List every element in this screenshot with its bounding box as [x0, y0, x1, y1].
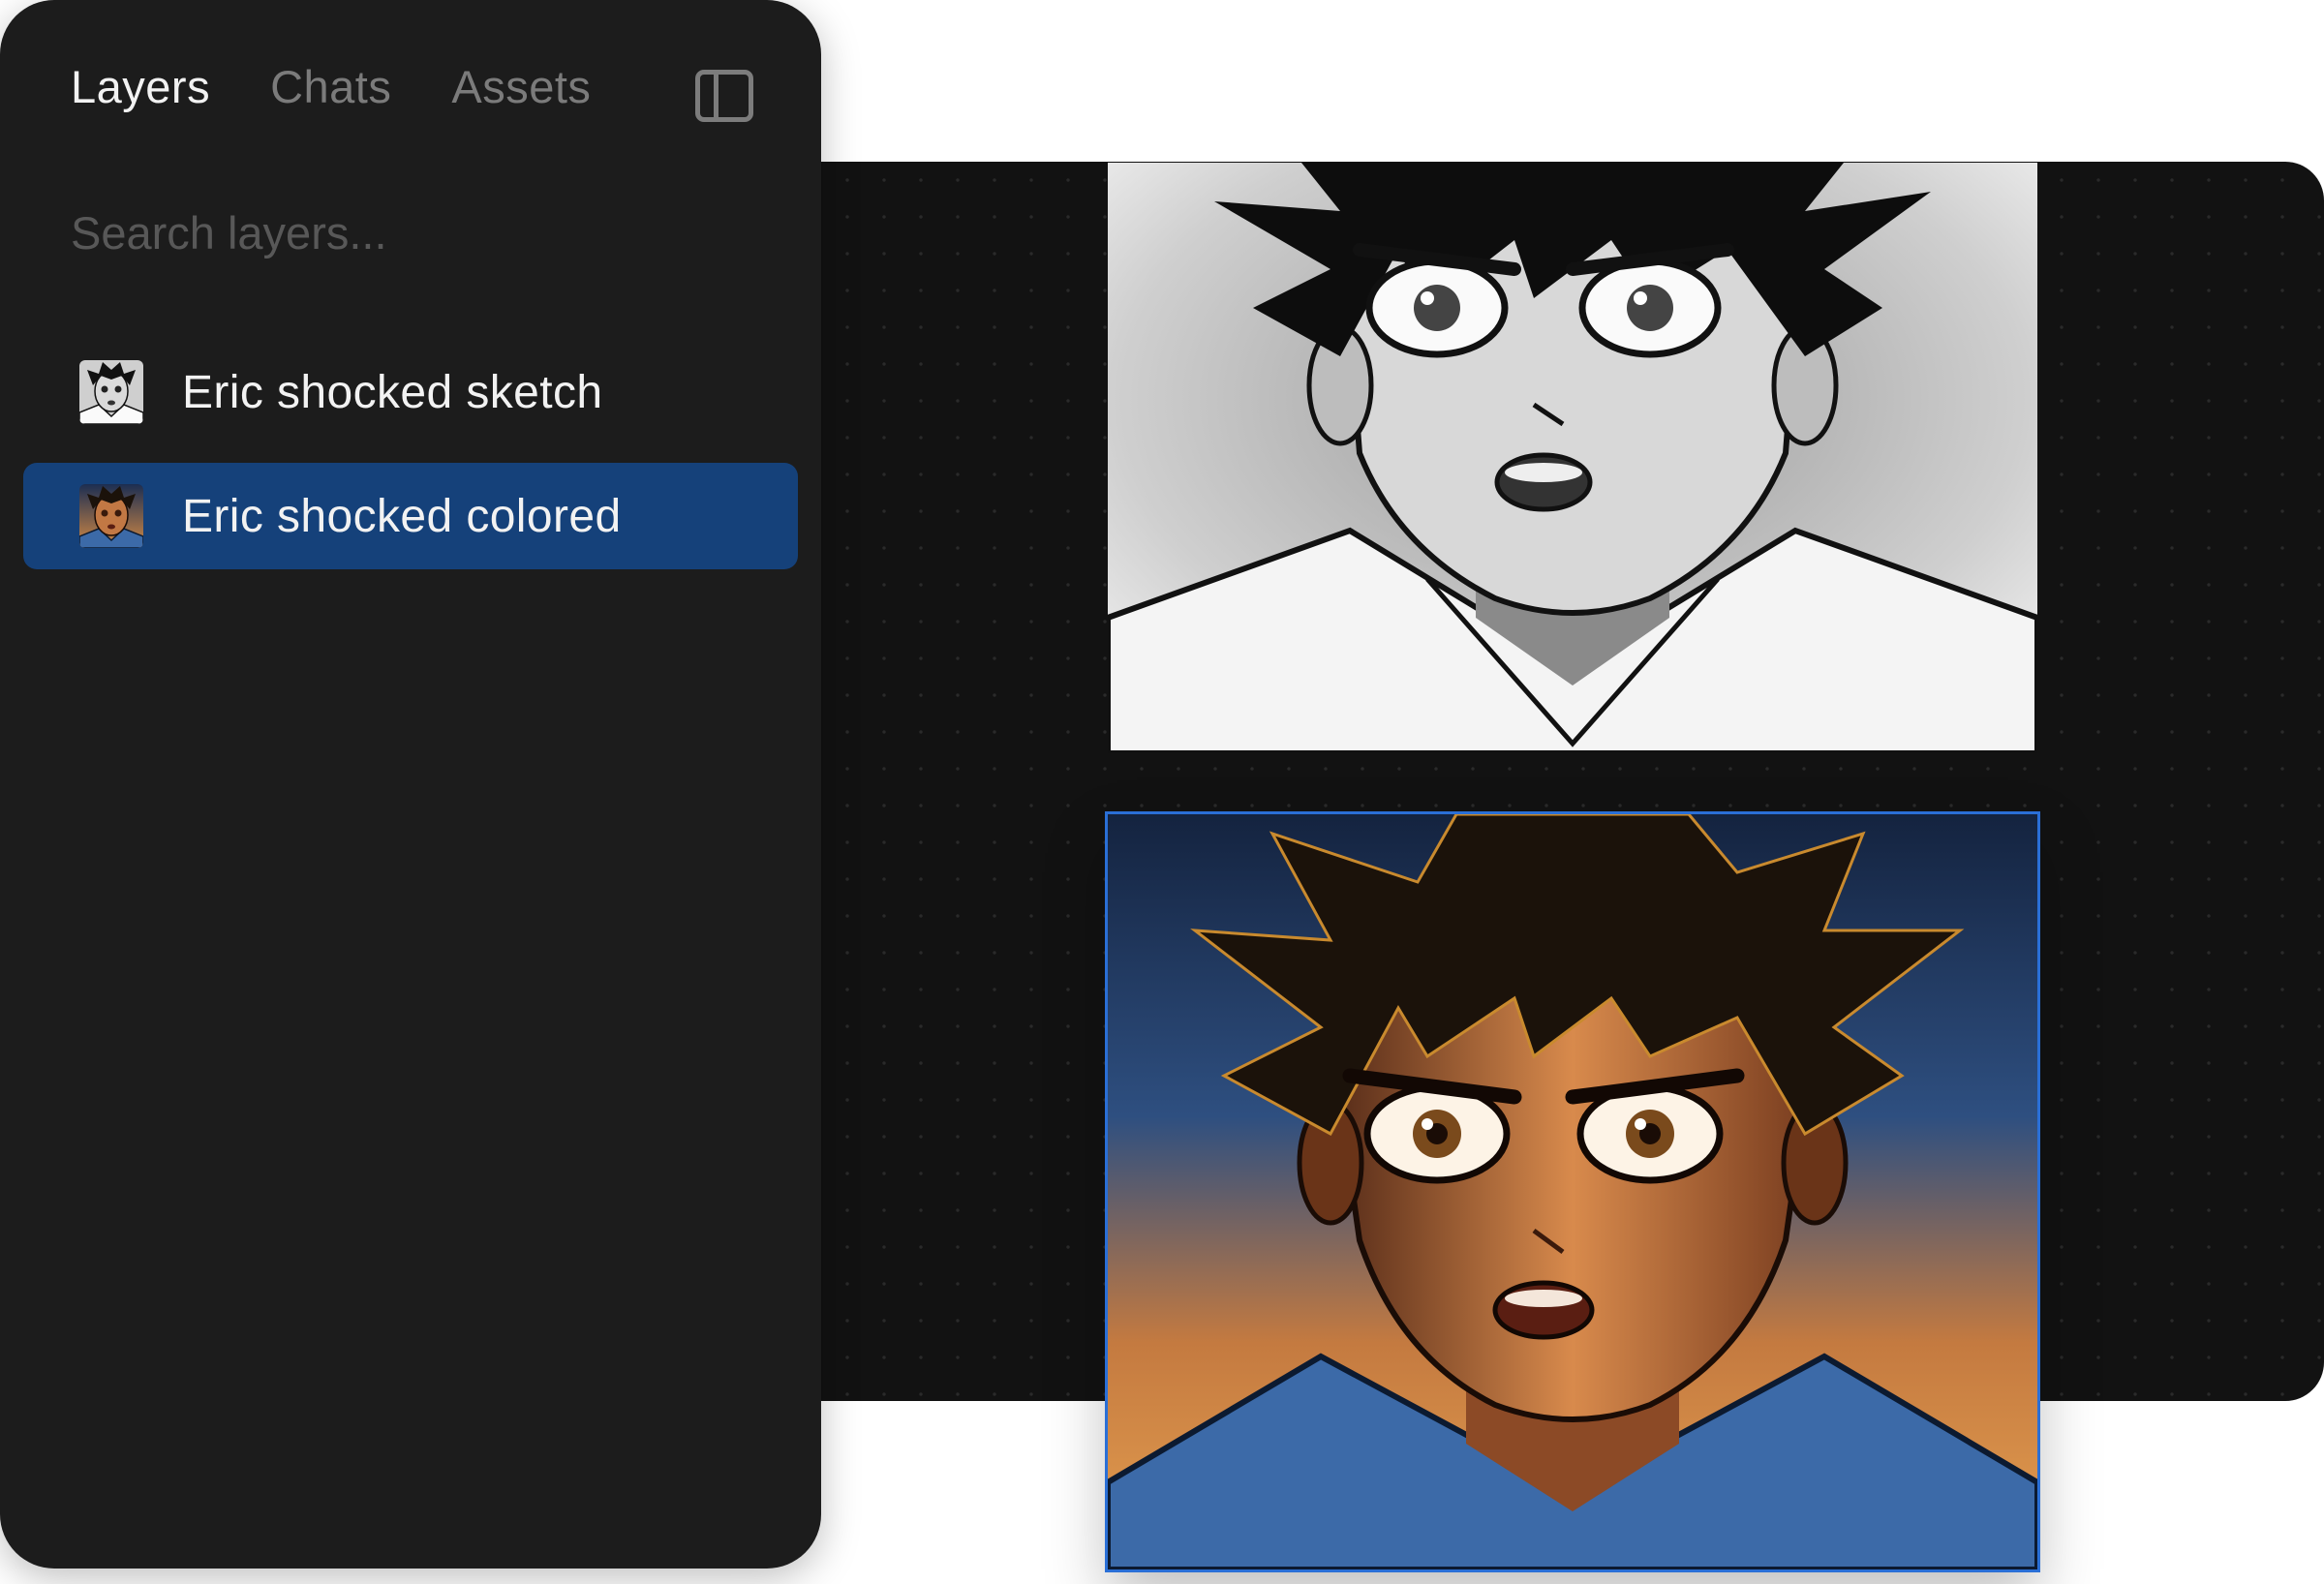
manga-colored-illustration — [1108, 814, 2037, 1569]
layers-panel: Layers Chats Assets Eric shocked sketch — [0, 0, 821, 1569]
layer-item-colored[interactable]: Eric shocked colored — [23, 463, 798, 569]
search-input[interactable] — [71, 201, 749, 263]
colored-image-frame[interactable] — [1105, 811, 2040, 1572]
sketch-image-frame[interactable] — [1108, 163, 2037, 753]
tab-assets[interactable]: Assets — [451, 60, 591, 113]
tab-layers[interactable]: Layers — [71, 60, 210, 113]
layer-thumbnail-colored — [79, 484, 143, 548]
layer-label-sketch: Eric shocked sketch — [182, 366, 603, 418]
sidebar-toggle-divider — [714, 75, 719, 117]
layer-label-colored: Eric shocked colored — [182, 490, 622, 542]
colored-manga-face-icon — [79, 484, 143, 548]
layer-thumbnail-sketch — [79, 360, 143, 424]
tab-chats[interactable]: Chats — [270, 60, 391, 113]
sidebar-toggle-icon[interactable] — [695, 70, 753, 122]
manga-sketch-illustration — [1108, 163, 2037, 753]
panel-tabs: Layers Chats Assets — [71, 60, 591, 113]
grayscale-manga-face-icon — [79, 360, 143, 424]
layer-item-sketch[interactable]: Eric shocked sketch — [23, 339, 798, 445]
